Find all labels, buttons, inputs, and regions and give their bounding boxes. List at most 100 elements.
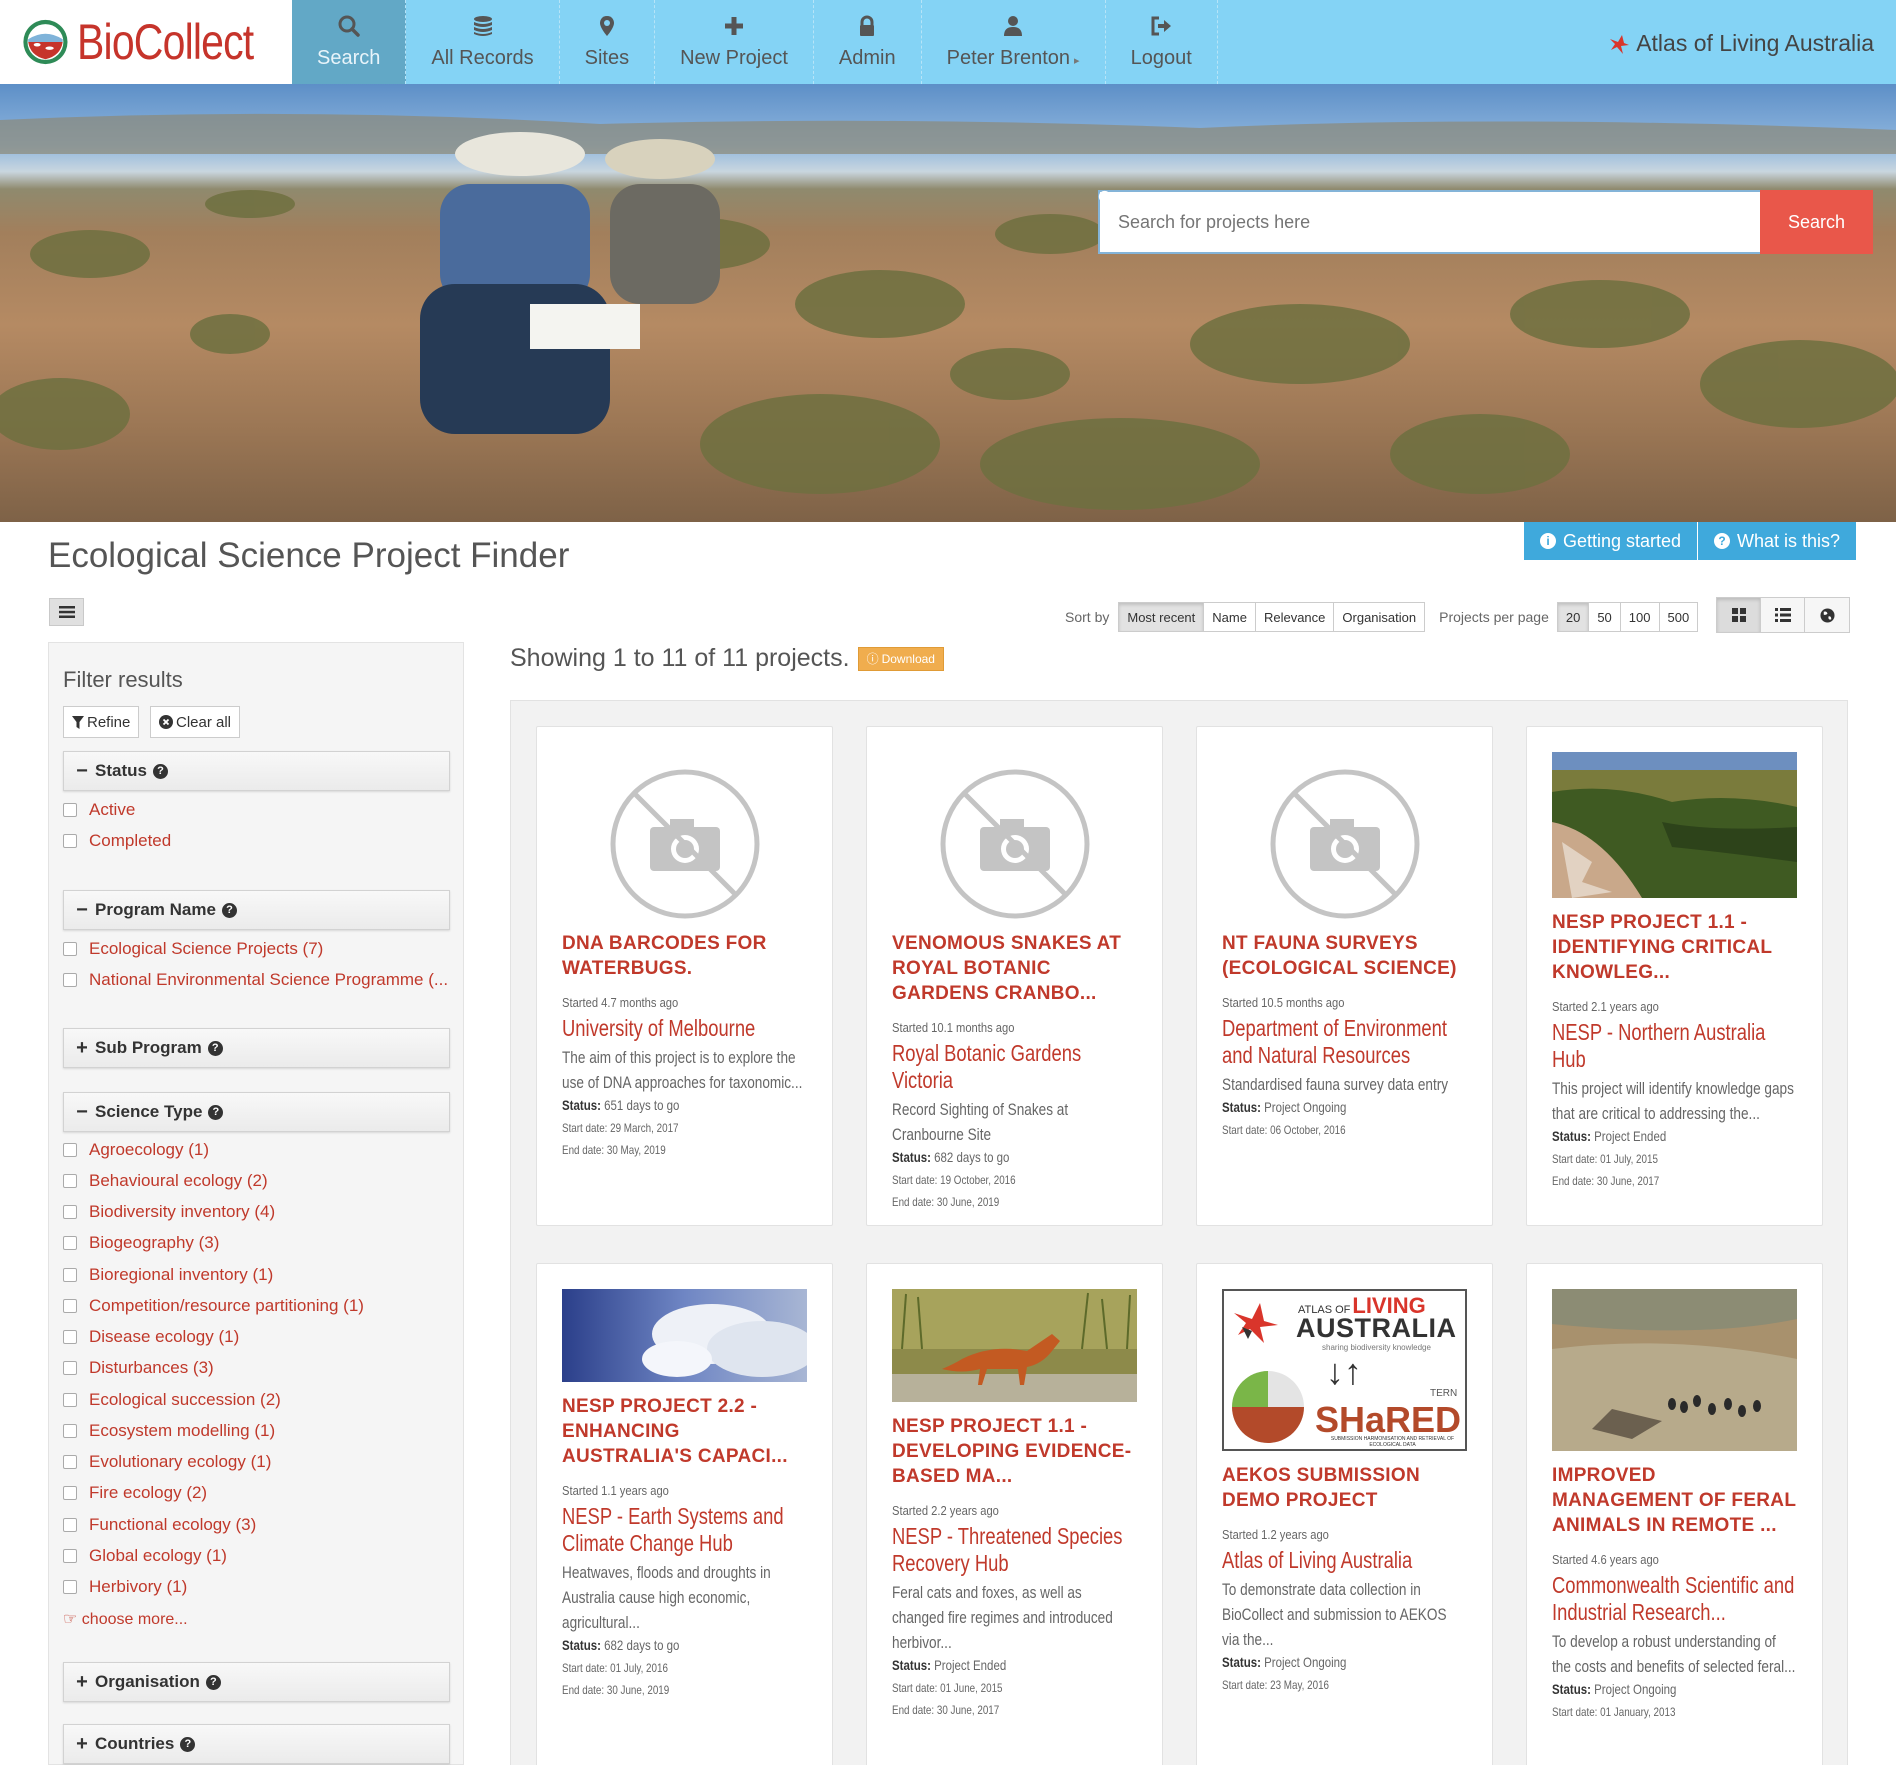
per-page-100[interactable]: 100 <box>1620 603 1660 631</box>
project-title[interactable]: NT FAUNA SURVEYS (ECOLOGICAL SCIENCE) <box>1222 931 1467 981</box>
checkbox[interactable] <box>63 803 77 817</box>
facet-option[interactable]: Active <box>63 800 135 820</box>
help-icon[interactable]: ? <box>221 902 237 918</box>
facet-option[interactable]: Bioregional inventory (1) <box>63 1265 273 1285</box>
checkbox[interactable] <box>63 1330 77 1344</box>
help-icon[interactable]: ? <box>152 763 168 779</box>
facet-option[interactable]: Agroecology (1) <box>63 1140 209 1160</box>
project-organisation[interactable]: NESP - Threatened Species Recovery Hub <box>892 1523 1137 1577</box>
project-card[interactable]: VENOMOUS SNAKES AT ROYAL BOTANIC GARDENS… <box>866 726 1163 1226</box>
nav-new-project[interactable]: New Project <box>655 0 814 84</box>
nav-user-menu[interactable]: Peter Brenton ▸ <box>922 0 1106 84</box>
checkbox[interactable] <box>63 1299 77 1313</box>
grid-view-button[interactable] <box>1717 598 1761 632</box>
checkbox[interactable] <box>63 1549 77 1563</box>
checkbox[interactable] <box>63 1580 77 1594</box>
checkbox[interactable] <box>63 1455 77 1469</box>
project-title[interactable]: NESP PROJECT 2.2 - ENHANCING AUSTRALIA'S… <box>562 1394 807 1469</box>
checkbox[interactable] <box>63 973 77 987</box>
project-title[interactable]: AEKOS SUBMISSION DEMO PROJECT <box>1222 1463 1467 1513</box>
checkbox[interactable] <box>63 1361 77 1375</box>
project-image-gorge[interactable] <box>1552 752 1797 898</box>
facet-option[interactable]: Fire ecology (2) <box>63 1483 207 1503</box>
sort-most-recent[interactable]: Most recent <box>1119 603 1205 631</box>
checkbox[interactable] <box>63 1205 77 1219</box>
checkbox[interactable] <box>63 942 77 956</box>
sort-relevance[interactable]: Relevance <box>1255 603 1335 631</box>
project-organisation[interactable]: Royal Botanic Gardens Victoria <box>892 1040 1137 1094</box>
clear-all-button[interactable]: Clear all <box>150 706 241 738</box>
nav-all-records[interactable]: All Records <box>406 0 560 84</box>
project-organisation[interactable]: University of Melbourne <box>562 1015 807 1042</box>
facet-option[interactable]: Ecological Science Projects (7) <box>63 939 323 959</box>
facet-option[interactable]: Herbivory (1) <box>63 1577 187 1597</box>
checkbox[interactable] <box>63 1236 77 1250</box>
checkbox[interactable] <box>63 1486 77 1500</box>
facet-option[interactable]: Biogeography (3) <box>63 1233 219 1253</box>
list-view-button[interactable] <box>1761 598 1805 632</box>
help-icon[interactable]: ? <box>207 1040 223 1056</box>
getting-started-button[interactable]: i Getting started <box>1524 522 1698 560</box>
project-title[interactable]: NESP PROJECT 1.1 - DEVELOPING EVIDENCE-B… <box>892 1414 1137 1489</box>
project-image-sky[interactable] <box>562 1289 807 1382</box>
download-button[interactable]: ⓘ Download <box>857 646 944 671</box>
per-page-20[interactable]: 20 <box>1557 603 1590 631</box>
project-card[interactable]: DNA BARCODES FOR WATERBUGS. Started 4.7 … <box>536 726 833 1226</box>
toggle-filter-panel-button[interactable] <box>49 598 84 626</box>
project-organisation[interactable]: NESP - Earth Systems and Climate Change … <box>562 1503 807 1557</box>
nav-sites[interactable]: Sites <box>560 0 656 84</box>
facet-option[interactable]: Disturbances (3) <box>63 1358 214 1378</box>
facet-option[interactable]: Functional ecology (3) <box>63 1515 256 1535</box>
facet-sub-program-header[interactable]: + Sub Program ? <box>63 1028 450 1068</box>
checkbox[interactable] <box>63 1518 77 1532</box>
project-title[interactable]: VENOMOUS SNAKES AT ROYAL BOTANIC GARDENS… <box>892 931 1137 1006</box>
what-is-this-button[interactable]: ? What is this? <box>1698 522 1857 560</box>
project-organisation[interactable]: Commonwealth Scientific and Industrial R… <box>1552 1572 1797 1626</box>
facet-science-type-header[interactable]: − Science Type ? <box>63 1092 450 1132</box>
sort-name[interactable]: Name <box>1204 603 1256 631</box>
project-card[interactable]: IMPROVED MANAGEMENT OF FERAL ANIMALS IN … <box>1526 1263 1823 1765</box>
per-page-50[interactable]: 50 <box>1589 603 1621 631</box>
refine-button[interactable]: Refine <box>63 706 140 738</box>
facet-option[interactable]: Ecosystem modelling (1) <box>63 1421 275 1441</box>
sort-organisation[interactable]: Organisation <box>1334 603 1425 631</box>
project-organisation[interactable]: Atlas of Living Australia <box>1222 1547 1467 1574</box>
nav-admin[interactable]: Admin <box>814 0 922 84</box>
nav-logout[interactable]: Logout <box>1106 0 1218 84</box>
checkbox[interactable] <box>63 1424 77 1438</box>
facet-option[interactable]: Global ecology (1) <box>63 1546 227 1566</box>
project-search-input[interactable] <box>1098 190 1760 254</box>
facet-option[interactable]: Evolutionary ecology (1) <box>63 1452 271 1472</box>
project-card[interactable]: NT FAUNA SURVEYS (ECOLOGICAL SCIENCE) St… <box>1196 726 1493 1226</box>
facet-option[interactable]: Behavioural ecology (2) <box>63 1171 268 1191</box>
facet-option[interactable]: Competition/resource partitioning (1) <box>63 1296 364 1316</box>
ala-link[interactable]: Atlas of Living Australia <box>1608 30 1874 57</box>
map-view-button[interactable] <box>1805 598 1849 632</box>
checkbox[interactable] <box>63 834 77 848</box>
facet-option[interactable]: Disease ecology (1) <box>63 1327 239 1347</box>
project-search-button[interactable]: Search <box>1098 190 1873 254</box>
facet-option[interactable]: Ecological succession (2) <box>63 1390 281 1410</box>
help-icon[interactable]: ? <box>205 1674 221 1690</box>
project-title[interactable]: NESP PROJECT 1.1 - IDENTIFYING CRITICAL … <box>1552 910 1797 985</box>
project-title[interactable]: IMPROVED MANAGEMENT OF FERAL ANIMALS IN … <box>1552 1463 1797 1538</box>
facet-status-header[interactable]: − Status ? <box>63 751 450 791</box>
facet-option[interactable]: National Environmental Science Programme… <box>63 970 448 990</box>
checkbox[interactable] <box>63 1393 77 1407</box>
project-card[interactable]: ATLAS OF LIVING AUSTRALIA sharing biodiv… <box>1196 1263 1493 1765</box>
brand-logo-link[interactable]: BioCollect <box>0 0 292 84</box>
checkbox[interactable] <box>63 1174 77 1188</box>
facet-organisation-header[interactable]: + Organisation ? <box>63 1662 450 1702</box>
nav-search[interactable]: Search <box>292 0 407 84</box>
help-icon[interactable]: ? <box>180 1736 196 1752</box>
per-page-500[interactable]: 500 <box>1659 603 1698 631</box>
ala-shared-logo[interactable]: ATLAS OF LIVING AUSTRALIA sharing biodiv… <box>1222 1289 1467 1451</box>
project-card[interactable]: NESP PROJECT 1.1 - IDENTIFYING CRITICAL … <box>1526 726 1823 1226</box>
facet-option[interactable]: Completed <box>63 831 171 851</box>
project-card[interactable]: NESP PROJECT 1.1 - DEVELOPING EVIDENCE-B… <box>866 1263 1163 1765</box>
project-image-fox[interactable] <box>892 1289 1137 1402</box>
project-organisation[interactable]: Department of Environment and Natural Re… <box>1222 1015 1467 1069</box>
facet-countries-header[interactable]: + Countries ? <box>63 1724 450 1764</box>
facet-program-header[interactable]: − Program Name ? <box>63 890 450 930</box>
project-image-aerial[interactable] <box>1552 1289 1797 1451</box>
